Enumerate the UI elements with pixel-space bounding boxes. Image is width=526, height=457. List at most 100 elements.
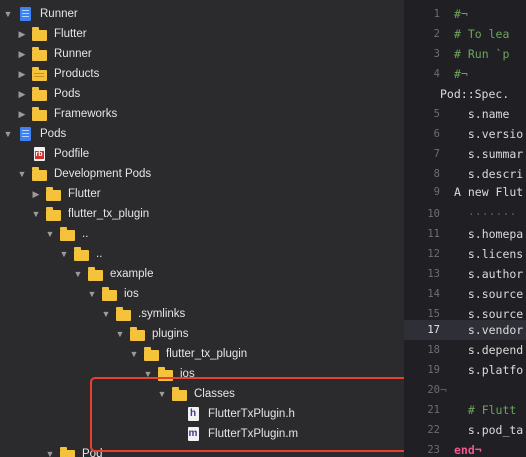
disclosure-expanded-icon[interactable]: ▼ bbox=[101, 309, 111, 319]
folder-icon bbox=[45, 206, 61, 221]
nav-row-runner-group[interactable]: ▶ Runner bbox=[0, 44, 404, 64]
code-line[interactable]: 11 s.homepa bbox=[404, 224, 526, 244]
disclosure-collapsed-icon[interactable]: ▶ bbox=[17, 69, 27, 79]
disclosure-expanded-icon[interactable]: ▼ bbox=[87, 289, 97, 299]
nav-row-label: Development Pods bbox=[54, 168, 152, 180]
disclosure-expanded-icon[interactable]: ▼ bbox=[45, 449, 55, 457]
code-text: s.platfo bbox=[454, 363, 524, 377]
disclosure-expanded-icon[interactable]: ▼ bbox=[73, 269, 83, 279]
disclosure-collapsed-icon[interactable]: ▶ bbox=[17, 29, 27, 39]
nav-row-label: Flutter bbox=[54, 28, 87, 40]
folder-icon bbox=[31, 106, 47, 121]
source-editor[interactable]: 1 #¬ 2 # To lea 3 # Run `p 4 #¬ Pod::Spec. 5… bbox=[404, 0, 526, 457]
line-number: 13 bbox=[427, 268, 440, 280]
project-icon bbox=[17, 7, 33, 21]
nav-row-label: .. bbox=[82, 228, 89, 240]
nav-row-label: Runner bbox=[54, 48, 92, 60]
code-text: # To lea bbox=[454, 27, 510, 41]
folder-icon bbox=[87, 266, 103, 281]
code-line[interactable]: 19 s.platfo bbox=[404, 360, 526, 380]
disclosure-collapsed-icon[interactable]: ▶ bbox=[17, 89, 27, 99]
nav-row-label: flutter_tx_plugin bbox=[166, 348, 248, 360]
code-line[interactable]: 12 s.licens bbox=[404, 244, 526, 264]
line-number: 19 bbox=[427, 364, 440, 376]
code-text: s.source bbox=[454, 287, 524, 301]
nav-row-parent-1[interactable]: ▼ .. bbox=[0, 224, 404, 244]
nav-row-podfile[interactable]: Podfile bbox=[0, 144, 404, 164]
code-line[interactable]: 2 # To lea bbox=[404, 24, 526, 44]
line-number: 10 bbox=[427, 208, 440, 220]
folder-icon bbox=[143, 346, 159, 361]
folder-icon bbox=[31, 26, 47, 41]
project-icon bbox=[17, 127, 33, 141]
nav-row-flutter-tx-plugin[interactable]: ▼ flutter_tx_plugin bbox=[0, 204, 404, 224]
code-line[interactable]: 18 s.depend bbox=[404, 340, 526, 360]
code-line[interactable]: 4 #¬ bbox=[404, 64, 526, 84]
code-line[interactable]: 1 #¬ bbox=[404, 4, 526, 24]
nav-row-flutter-group[interactable]: ▶ Flutter bbox=[0, 24, 404, 44]
disclosure-expanded-icon[interactable]: ▼ bbox=[17, 169, 27, 179]
nav-row-frameworks-group[interactable]: ▶ Frameworks bbox=[0, 104, 404, 124]
nav-row-label: example bbox=[110, 268, 154, 280]
disclosure-collapsed-icon[interactable]: ▶ bbox=[17, 49, 27, 59]
nav-row-runner-project[interactable]: ▼ Runner bbox=[0, 4, 404, 24]
code-line[interactable]: 9 A new Flut bbox=[404, 182, 526, 202]
code-text: s.author bbox=[454, 267, 524, 281]
code-line[interactable]: 7 s.summar bbox=[404, 144, 526, 164]
folder-icon bbox=[31, 46, 47, 61]
nav-row-products-group[interactable]: ▶ Products bbox=[0, 64, 404, 84]
nav-row-flutter-pod[interactable]: ▶ Flutter bbox=[0, 184, 404, 204]
code-text: end¬ bbox=[454, 443, 482, 457]
disclosure-collapsed-icon[interactable]: ▶ bbox=[31, 189, 41, 199]
folder-icon bbox=[101, 286, 117, 301]
folder-icon bbox=[73, 246, 89, 261]
nav-row-example[interactable]: ▼ example bbox=[0, 264, 404, 284]
nav-row-parent-2[interactable]: ▼ .. bbox=[0, 244, 404, 264]
code-line[interactable]: 14 s.source bbox=[404, 284, 526, 304]
code-line[interactable]: 6 s.versio bbox=[404, 124, 526, 144]
disclosure-expanded-icon[interactable]: ▼ bbox=[31, 209, 41, 219]
code-line[interactable]: Pod::Spec. bbox=[404, 84, 526, 104]
nav-row-plugins[interactable]: ▼ plugins bbox=[0, 324, 404, 344]
code-text: s.name bbox=[454, 107, 524, 121]
nav-row-development-pods[interactable]: ▼ Development Pods bbox=[0, 164, 404, 184]
nav-row-label: Pods bbox=[54, 88, 81, 100]
code-line[interactable]: 3 # Run `p bbox=[404, 44, 526, 64]
nav-row-pods-project[interactable]: ▼ Pods bbox=[0, 124, 404, 144]
disclosure-expanded-icon[interactable]: ▼ bbox=[3, 9, 13, 19]
nav-row-symlinks[interactable]: ▼ .symlinks bbox=[0, 304, 404, 324]
code-line[interactable]: 23 end¬ bbox=[404, 440, 526, 457]
code-text: Pod::Spec. bbox=[440, 87, 510, 101]
code-line[interactable]: 22 s.pod_ta bbox=[404, 420, 526, 440]
current-code-line[interactable]: 17 s.vendor bbox=[404, 320, 526, 340]
line-number: 2 bbox=[433, 28, 440, 40]
code-text: # Run `p bbox=[454, 47, 510, 61]
disclosure-collapsed-icon[interactable]: ▶ bbox=[17, 109, 27, 119]
folder-icon bbox=[31, 166, 47, 181]
nav-row-label: Podfile bbox=[54, 148, 90, 160]
nav-row-ios[interactable]: ▼ ios bbox=[0, 284, 404, 304]
code-line[interactable]: 20 ¬ bbox=[404, 380, 526, 400]
code-line[interactable]: 5 s.name bbox=[404, 104, 526, 124]
nav-row-label: Runner bbox=[40, 8, 78, 20]
code-line[interactable]: 13 s.author bbox=[404, 264, 526, 284]
ruby-file-icon bbox=[31, 147, 47, 161]
nav-row-pods-group[interactable]: ▶ Pods bbox=[0, 84, 404, 104]
nav-row-label: Products bbox=[54, 68, 100, 80]
xcode-window: ▼ Runner ▶ Flutter ▶ Runner ▶ Products ▶… bbox=[0, 0, 526, 457]
disclosure-expanded-icon[interactable]: ▼ bbox=[129, 349, 139, 359]
code-text: s.summar bbox=[454, 147, 524, 161]
code-line[interactable]: 10 ······· bbox=[404, 204, 526, 224]
disclosure-expanded-icon[interactable]: ▼ bbox=[115, 329, 125, 339]
code-line[interactable]: 21 # Flutt bbox=[404, 400, 526, 420]
line-number: 7 bbox=[433, 148, 440, 160]
disclosure-expanded-icon[interactable]: ▼ bbox=[3, 129, 13, 139]
line-number: 20 bbox=[427, 384, 440, 396]
code-text: s.depend bbox=[454, 343, 524, 357]
nav-row-label: Frameworks bbox=[54, 108, 118, 120]
line-number: 9 bbox=[433, 186, 440, 198]
nav-row-flutter-tx-plugin-inner[interactable]: ▼ flutter_tx_plugin bbox=[0, 344, 404, 364]
disclosure-expanded-icon[interactable]: ▼ bbox=[45, 229, 55, 239]
code-line[interactable]: 8 s.descri bbox=[404, 164, 526, 184]
disclosure-expanded-icon[interactable]: ▼ bbox=[59, 249, 69, 259]
